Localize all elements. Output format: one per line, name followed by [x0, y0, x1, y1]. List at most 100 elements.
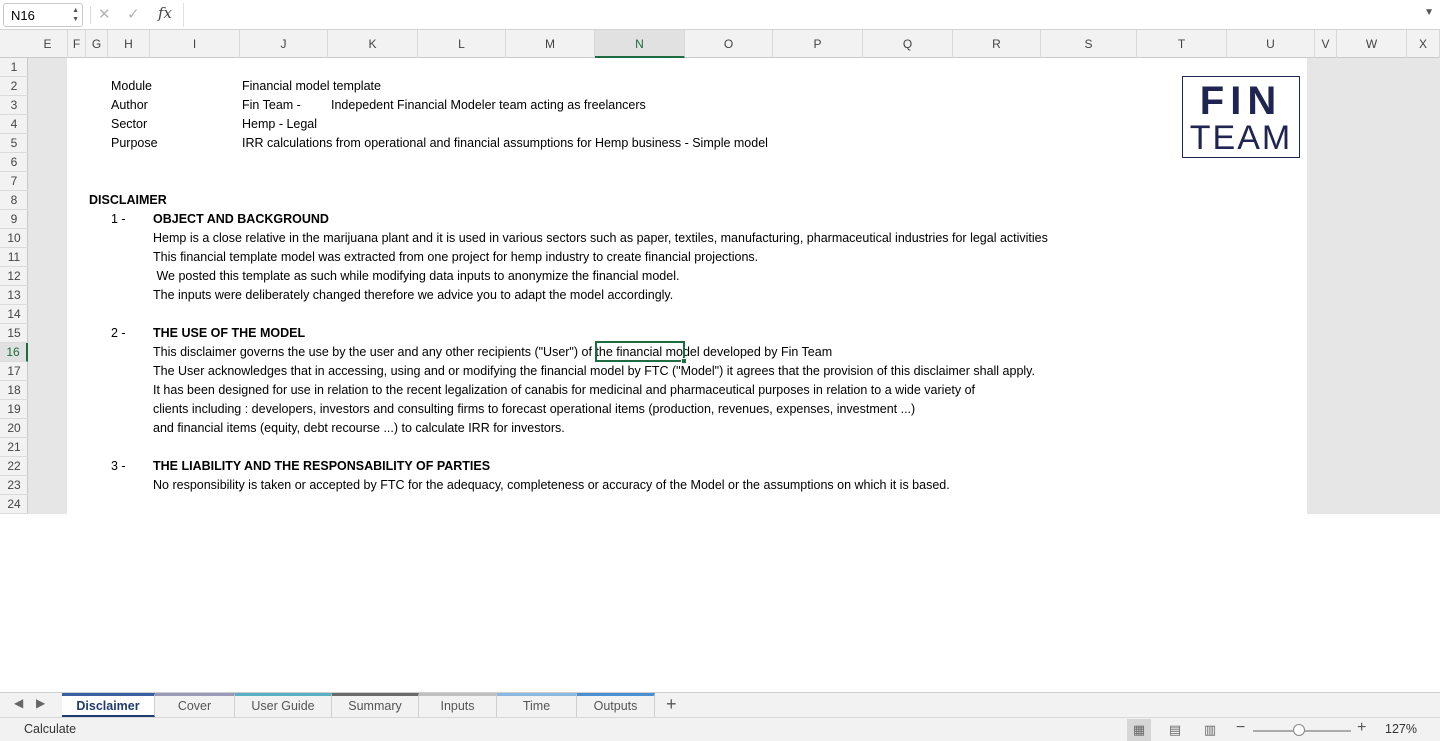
disclaimer-title: DISCLAIMER	[89, 193, 167, 207]
tab-time[interactable]: Time	[497, 693, 577, 717]
row-header-10[interactable]: 10	[0, 229, 28, 248]
normal-view-icon[interactable]: ▦	[1127, 719, 1151, 741]
tab-outputs[interactable]: Outputs	[577, 693, 655, 717]
section-2-line: It has been designed for use in relation…	[153, 383, 976, 397]
row-header-7[interactable]: 7	[0, 172, 28, 191]
chevron-down-icon[interactable]: ▼	[1424, 7, 1434, 18]
row-header-21[interactable]: 21	[0, 438, 28, 457]
purpose-label: Purpose	[111, 136, 158, 150]
row-header-15[interactable]: 15	[0, 324, 28, 343]
column-header-s[interactable]: S	[1041, 30, 1137, 58]
column-header-t[interactable]: T	[1137, 30, 1227, 58]
page-layout-view-icon[interactable]: ▤	[1163, 719, 1187, 741]
logo-line-1: FIN	[1199, 79, 1283, 123]
row-header-3[interactable]: 3	[0, 96, 28, 115]
column-header-f[interactable]: F	[68, 30, 86, 58]
row-header-12[interactable]: 12	[0, 267, 28, 286]
column-header-m[interactable]: M	[506, 30, 595, 58]
fin-team-logo: FIN TEAM	[1182, 76, 1300, 158]
column-header-e[interactable]: E	[28, 30, 68, 58]
column-header-o[interactable]: O	[685, 30, 773, 58]
tab-inputs[interactable]: Inputs	[419, 693, 497, 717]
formula-bar: N16 ▲ ▼ ✕ ✓ fx ▼	[0, 0, 1440, 30]
column-header-n[interactable]: N	[595, 30, 685, 58]
column-header-u[interactable]: U	[1227, 30, 1315, 58]
row-header-8[interactable]: 8	[0, 191, 28, 210]
tab-prev-icon[interactable]: ◀	[14, 696, 23, 710]
add-sheet-button[interactable]: +	[666, 694, 677, 715]
name-box[interactable]: N16 ▲ ▼	[3, 3, 83, 27]
formula-input[interactable]	[183, 3, 1431, 27]
status-bar: Calculate ▦ ▤ ▥ − + 127%	[0, 717, 1440, 741]
section-3-line: No responsibility is taken or accepted b…	[153, 478, 950, 492]
column-header-p[interactable]: P	[773, 30, 863, 58]
row-header-19[interactable]: 19	[0, 400, 28, 419]
page-break-view-icon[interactable]: ▥	[1198, 719, 1222, 741]
zoom-in-button[interactable]: +	[1357, 719, 1366, 737]
row-header-9[interactable]: 9	[0, 210, 28, 229]
tab-next-icon[interactable]: ▶	[36, 696, 45, 710]
sector-value: Hemp - Legal	[242, 117, 318, 131]
column-header-x[interactable]: X	[1407, 30, 1440, 58]
author-description: Indepedent Financial Modeler team acting…	[331, 98, 646, 112]
zoom-slider-thumb[interactable]	[1293, 724, 1306, 736]
name-box-spinner-icon[interactable]: ▲ ▼	[72, 6, 79, 24]
column-header-j[interactable]: J	[240, 30, 328, 58]
column-header-v[interactable]: V	[1315, 30, 1337, 58]
row-header-22[interactable]: 22	[0, 457, 28, 476]
logo-line-2: TEAM	[1189, 119, 1293, 157]
column-header: EFGHIJKLMNOPQRSTUVWX	[0, 30, 1440, 58]
enter-icon[interactable]: ✓	[127, 5, 140, 23]
row-header-1[interactable]: 1	[0, 58, 28, 77]
insert-function-icon[interactable]: fx	[158, 4, 172, 22]
sheet-tab-bar: ◀ ▶ + Disclaimer Cover User Guide Summary In…	[0, 692, 1440, 717]
column-header-r[interactable]: R	[953, 30, 1041, 58]
section-3-number: 3 -	[111, 459, 126, 473]
section-2-line: The User acknowledges that in accessing,…	[153, 364, 1035, 378]
section-2-number: 2 -	[111, 326, 126, 340]
calculate-status[interactable]: Calculate	[24, 722, 76, 736]
gray-margin-left	[28, 58, 67, 514]
column-header-w[interactable]: W	[1337, 30, 1407, 58]
row-header: 1 2 3 4 5 6 7 8 9 10 11 12 13 14 15 16 17 18 19 20 21 22 23 24	[0, 58, 28, 514]
zoom-level[interactable]: 127%	[1385, 722, 1417, 736]
row-header-20[interactable]: 20	[0, 419, 28, 438]
section-2-line: clients including : developers, investor…	[153, 402, 916, 416]
empty-sheet-area	[0, 514, 1440, 692]
row-header-17[interactable]: 17	[0, 362, 28, 381]
column-header-k[interactable]: K	[328, 30, 418, 58]
zoom-out-button[interactable]: −	[1236, 719, 1245, 737]
column-header-l[interactable]: L	[418, 30, 506, 58]
column-header-q[interactable]: Q	[863, 30, 953, 58]
row-header-2[interactable]: 2	[0, 77, 28, 96]
author-label: Author	[111, 98, 148, 112]
column-header-i[interactable]: I	[150, 30, 240, 58]
selected-cell-n16[interactable]	[595, 341, 685, 362]
row-header-5[interactable]: 5	[0, 134, 28, 153]
cancel-icon[interactable]: ✕	[98, 5, 111, 23]
row-header-18[interactable]: 18	[0, 381, 28, 400]
section-1-line: This financial template model was extrac…	[153, 250, 759, 264]
row-header-16[interactable]: 16	[0, 343, 28, 362]
tab-disclaimer[interactable]: Disclaimer	[62, 693, 155, 717]
section-1-line: The inputs were deliberately changed the…	[153, 288, 674, 302]
section-1-line: We posted this template as such while mo…	[153, 269, 680, 283]
row-header-6[interactable]: 6	[0, 153, 28, 172]
row-header-11[interactable]: 11	[0, 248, 28, 267]
column-header-g[interactable]: G	[86, 30, 108, 58]
section-2-line: and financial items (equity, debt recour…	[153, 421, 565, 435]
row-header-14[interactable]: 14	[0, 305, 28, 324]
row-header-24[interactable]: 24	[0, 495, 28, 514]
tab-user-guide[interactable]: User Guide	[235, 693, 332, 717]
row-header-13[interactable]: 13	[0, 286, 28, 305]
section-1-line: Hemp is a close relative in the marijuan…	[153, 231, 1048, 245]
name-box-value: N16	[11, 8, 35, 23]
fill-handle[interactable]	[681, 358, 687, 364]
tab-cover[interactable]: Cover	[155, 693, 235, 717]
row-header-4[interactable]: 4	[0, 115, 28, 134]
row-header-23[interactable]: 23	[0, 476, 28, 495]
column-header-h[interactable]: H	[108, 30, 150, 58]
section-2-title: THE USE OF THE MODEL	[153, 326, 306, 340]
tab-summary[interactable]: Summary	[332, 693, 419, 717]
purpose-value: IRR calculations from operational and fi…	[242, 136, 768, 150]
